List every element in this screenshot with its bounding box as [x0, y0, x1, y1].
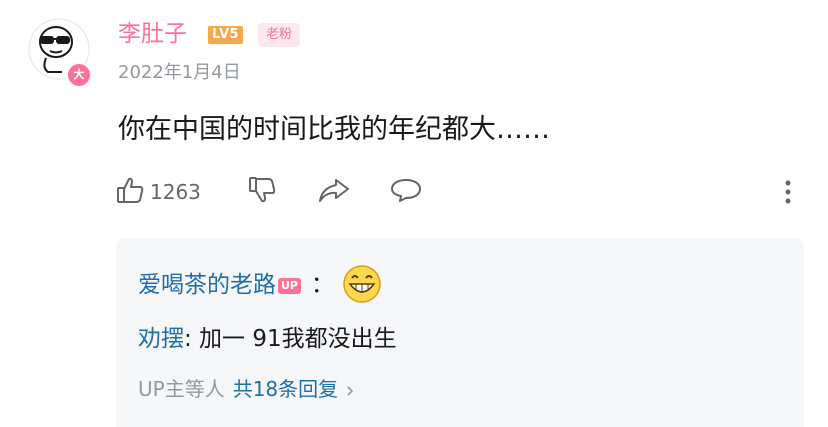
more-vertical-icon [776, 180, 800, 212]
reply-icon [388, 174, 424, 210]
view-more-replies[interactable]: UP主等人 共18条回复 [138, 374, 356, 404]
reply-summary-label: UP主等人 [138, 377, 225, 401]
reply-text: : 加一 91我都没出生 [184, 326, 397, 352]
level-badge: LV5 [208, 26, 244, 44]
reply-author[interactable]: 爱喝茶的老路 [138, 272, 276, 298]
dislike-button[interactable] [246, 174, 278, 210]
more-options-button[interactable] [776, 176, 800, 208]
thumbs-down-icon [246, 174, 278, 210]
fan-badge: 老粉 [258, 23, 301, 47]
reply-item[interactable]: 劝摆: 加一 91我都没出生 [138, 322, 397, 356]
reply-colon: ： [311, 272, 334, 298]
grinning-face-emoji [342, 264, 382, 304]
thumbs-up-icon [114, 174, 146, 210]
up-badge: UP [278, 278, 301, 294]
reply-button[interactable] [388, 174, 424, 210]
comment-date: 2022年1月4日 [118, 62, 241, 83]
share-icon [316, 174, 352, 210]
reply-item[interactable]: 爱喝茶的老路 UP ： [138, 264, 382, 304]
share-button[interactable] [316, 174, 352, 210]
avatar-badge: 大 [66, 62, 92, 88]
like-count: 1263 [150, 180, 201, 204]
chevron-right-icon [344, 375, 356, 396]
comment-text: 你在中国的时间比我的年纪都大…… [118, 114, 550, 145]
reply-author[interactable]: 劝摆 [138, 326, 184, 352]
like-button[interactable]: 1263 [114, 174, 201, 210]
username[interactable]: 李肚子 [118, 18, 187, 50]
reply-count-link[interactable]: 共18条回复 [233, 377, 338, 401]
